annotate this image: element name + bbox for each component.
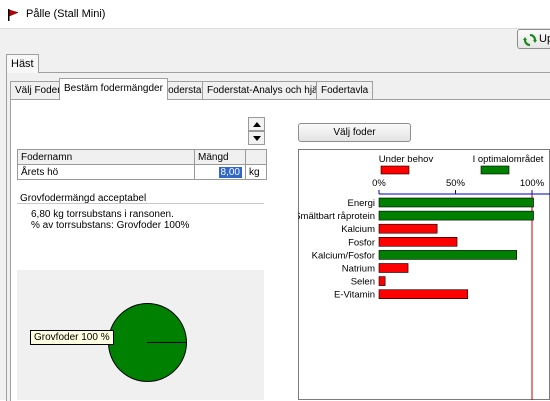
arrow-down-icon [253, 136, 261, 141]
title-bar: Pålle (Stall Mini) [0, 0, 550, 28]
tab-foderstat-analys[interactable]: Foderstat-Analys och hjälp [202, 81, 331, 99]
bar-1 [378, 210, 534, 221]
tick-label-0: 0% [372, 178, 386, 189]
legend-swatch-1 [480, 165, 510, 175]
tab-bestam-fodermangder[interactable]: Bestäm fodermängder [59, 78, 168, 100]
bar-7 [378, 289, 469, 299]
bar-4 [378, 250, 517, 260]
feed-amount-input[interactable]: 8,00 [218, 166, 242, 178]
feed-name-cell[interactable]: Årets hö [17, 164, 195, 180]
update-button-label: Up [539, 33, 550, 45]
header-mangd: Mängd [194, 149, 246, 165]
tab-fodertavla[interactable]: Fodertavla [316, 81, 374, 99]
tick-label-1: 50% [446, 178, 466, 189]
legend-swatch-0 [380, 165, 410, 175]
feed-unit-cell: kg [245, 164, 267, 180]
header-unit [245, 149, 267, 165]
bar-2 [378, 223, 438, 234]
amount-spinner[interactable] [248, 117, 265, 145]
pie-label: Grovfoder 100 % [30, 330, 114, 345]
bar-5 [378, 263, 409, 273]
select-feed-button[interactable]: Välj foder [298, 123, 411, 142]
category-label-4: Kalcium/Fosfor [312, 250, 375, 261]
category-label-2: Kalcium [341, 224, 375, 235]
horse-flag-icon [8, 9, 19, 21]
nutrient-bar-chart: Under behov I optimalområdet 0% 50% 100% Ener… [298, 154, 550, 400]
tab-valj-foder[interactable]: Välj Foder [10, 81, 66, 99]
toolbar: Up [0, 28, 550, 51]
bar-6 [378, 276, 386, 286]
legend-label-1: I optimalområdet [473, 154, 544, 165]
bar-0 [378, 197, 534, 208]
decrease-button[interactable] [248, 131, 265, 145]
window-title: Pålle (Stall Mini) [26, 8, 106, 20]
update-button[interactable]: Up [517, 29, 550, 49]
category-label-7: E-Vitamin [334, 290, 375, 301]
table-row[interactable]: Årets hö 8,00 kg [17, 164, 267, 180]
bar-3 [378, 237, 458, 247]
arrow-up-icon [253, 122, 261, 127]
pie-radius-line [147, 342, 187, 343]
tab-hast[interactable]: Häst [6, 54, 39, 73]
feed-amount-cell[interactable]: 8,00 [194, 164, 246, 180]
legend-label-0: Under behov [379, 154, 434, 165]
summary-title: Grovfodermängd acceptabel [20, 193, 147, 204]
feed-amount-table: Fodernamn Mängd Årets hö 8,00 kg [17, 149, 267, 180]
increase-button[interactable] [248, 117, 265, 131]
summary-dry-matter: 6,80 kg torrsubstans i ransonen. [31, 209, 174, 220]
category-label-3: Fosfor [348, 237, 375, 248]
category-label-0: Energi [348, 198, 375, 209]
category-label-5: Natrium [342, 264, 375, 275]
tick-label-2: 100% [520, 178, 545, 189]
header-fodernamn: Fodernamn [17, 149, 195, 165]
refresh-icon [523, 33, 537, 47]
category-label-6: Selen [351, 277, 375, 288]
category-label-1: Smältbart råprotein [298, 211, 375, 222]
table-header-row: Fodernamn Mängd [17, 149, 267, 165]
summary-roughage-share: % av torrsubstans: Grovfoder 100% [31, 220, 190, 231]
